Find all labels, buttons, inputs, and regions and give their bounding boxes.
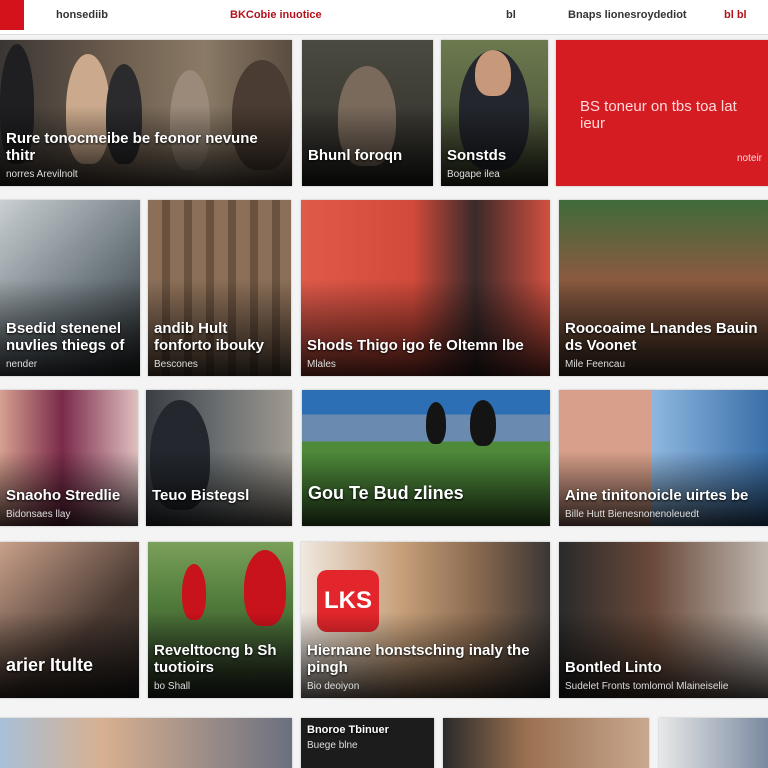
- story-headline: Bontled Linto: [565, 659, 662, 676]
- story-subtitle: bo Shall: [154, 681, 191, 692]
- story-subtitle: Bidonsaes llay: [6, 509, 71, 520]
- story-headline: Bhunl foroqn: [308, 147, 403, 164]
- story-headline: Bnoroe Tbinuer: [307, 724, 389, 736]
- story-tile[interactable]: Bhunl foroqn: [302, 40, 433, 186]
- story-tile[interactable]: Roocoaime Lnandes Bauin ds Voonet Mile F…: [559, 200, 768, 376]
- brand-logo[interactable]: [0, 0, 24, 30]
- story-tile[interactable]: Teuo Bistegsl: [146, 390, 292, 526]
- story-headline: Rure tonocmeibe be feonor nevune thitr: [6, 130, 258, 164]
- story-tile[interactable]: LKS Hiernane honstsching inaly the pingh…: [301, 542, 550, 698]
- story-subtitle: Bescones: [154, 359, 198, 370]
- story-headline: Teuo Bistegsl: [152, 487, 250, 504]
- promo-headline: BS toneur on tbs toa lat ieur: [580, 98, 737, 132]
- promo-tile[interactable]: BS toneur on tbs toa lat ieur noteir: [556, 40, 768, 186]
- story-subtitle: Mile Feencau: [565, 359, 626, 370]
- story-tile[interactable]: Bsedid stenenel nuvlies thiegs of nender: [0, 200, 140, 376]
- story-tile[interactable]: andib Hult fonforto ibouky Bescones: [148, 200, 291, 376]
- story-tile[interactable]: Aine tinitonoicle uirtes be Bille Hutt B…: [559, 390, 768, 526]
- story-headline: Hiernane honstsching inaly the pingh: [307, 642, 530, 676]
- top-bar: honsediib BKCobie inuotice bl Bnaps lion…: [0, 0, 768, 35]
- story-headline: arier Itulte: [6, 655, 94, 675]
- story-headline: Gou Te Bud zlines: [308, 483, 464, 503]
- story-headline: Shods Thigo igo fe Oltemn lbe: [307, 337, 524, 354]
- story-headline: Revelttocng b Sh tuotioirs: [154, 642, 277, 676]
- story-subtitle: Sudelet Fronts tomlomol Mlaineiselie: [565, 681, 729, 692]
- story-headline: Aine tinitonoicle uirtes be: [565, 487, 749, 504]
- story-tile[interactable]: [0, 718, 292, 768]
- story-headline: andib Hult fonforto ibouky: [154, 320, 264, 354]
- story-tile[interactable]: Bontled Linto Sudelet Fronts tomlomol Ml…: [559, 542, 768, 698]
- story-tile[interactable]: Sonstds Bogape ilea: [441, 40, 548, 186]
- story-tile[interactable]: arier Itulte: [0, 542, 139, 698]
- story-tile[interactable]: Rure tonocmeibe be feonor nevune thitr n…: [0, 40, 292, 186]
- menu-icon[interactable]: bl: [506, 9, 516, 21]
- story-subtitle: Buege blne: [307, 740, 358, 751]
- story-tile[interactable]: Revelttocng b Sh tuotioirs bo Shall: [148, 542, 293, 698]
- story-subtitle: Bille Hutt Bienesnonenoleuedt: [565, 509, 699, 520]
- nav-home[interactable]: honsediib: [56, 9, 108, 21]
- story-subtitle: Bio deoiyon: [307, 681, 360, 692]
- story-tile[interactable]: Shods Thigo igo fe Oltemn lbe Mlales: [301, 200, 550, 376]
- story-headline: Bsedid stenenel nuvlies thiegs of: [6, 320, 125, 354]
- story-tile[interactable]: [443, 718, 649, 768]
- story-tile[interactable]: [659, 718, 768, 768]
- story-headline: Roocoaime Lnandes Bauin ds Voonet: [565, 320, 758, 354]
- story-tile[interactable]: Snaoho Stredlie Bidonsaes llay: [0, 390, 138, 526]
- story-headline: Snaoho Stredlie: [6, 487, 121, 504]
- promo-subtitle: noteir: [736, 153, 762, 164]
- story-headline: Sonstds: [447, 147, 507, 164]
- user-menu[interactable]: Bnaps lionesroydediot: [568, 9, 687, 21]
- story-tile[interactable]: Bnoroe Tbinuer Buege blne: [301, 718, 434, 768]
- story-tile[interactable]: Gou Te Bud zlines: [302, 390, 550, 526]
- site-title[interactable]: BKCobie inuotice: [230, 9, 322, 21]
- story-subtitle: norres Arevilnolt: [6, 169, 78, 180]
- story-subtitle: Mlales: [307, 359, 336, 370]
- story-subtitle: Bogape ilea: [447, 169, 500, 180]
- story-subtitle: nender: [6, 359, 38, 370]
- header-links[interactable]: bl bl: [724, 9, 747, 21]
